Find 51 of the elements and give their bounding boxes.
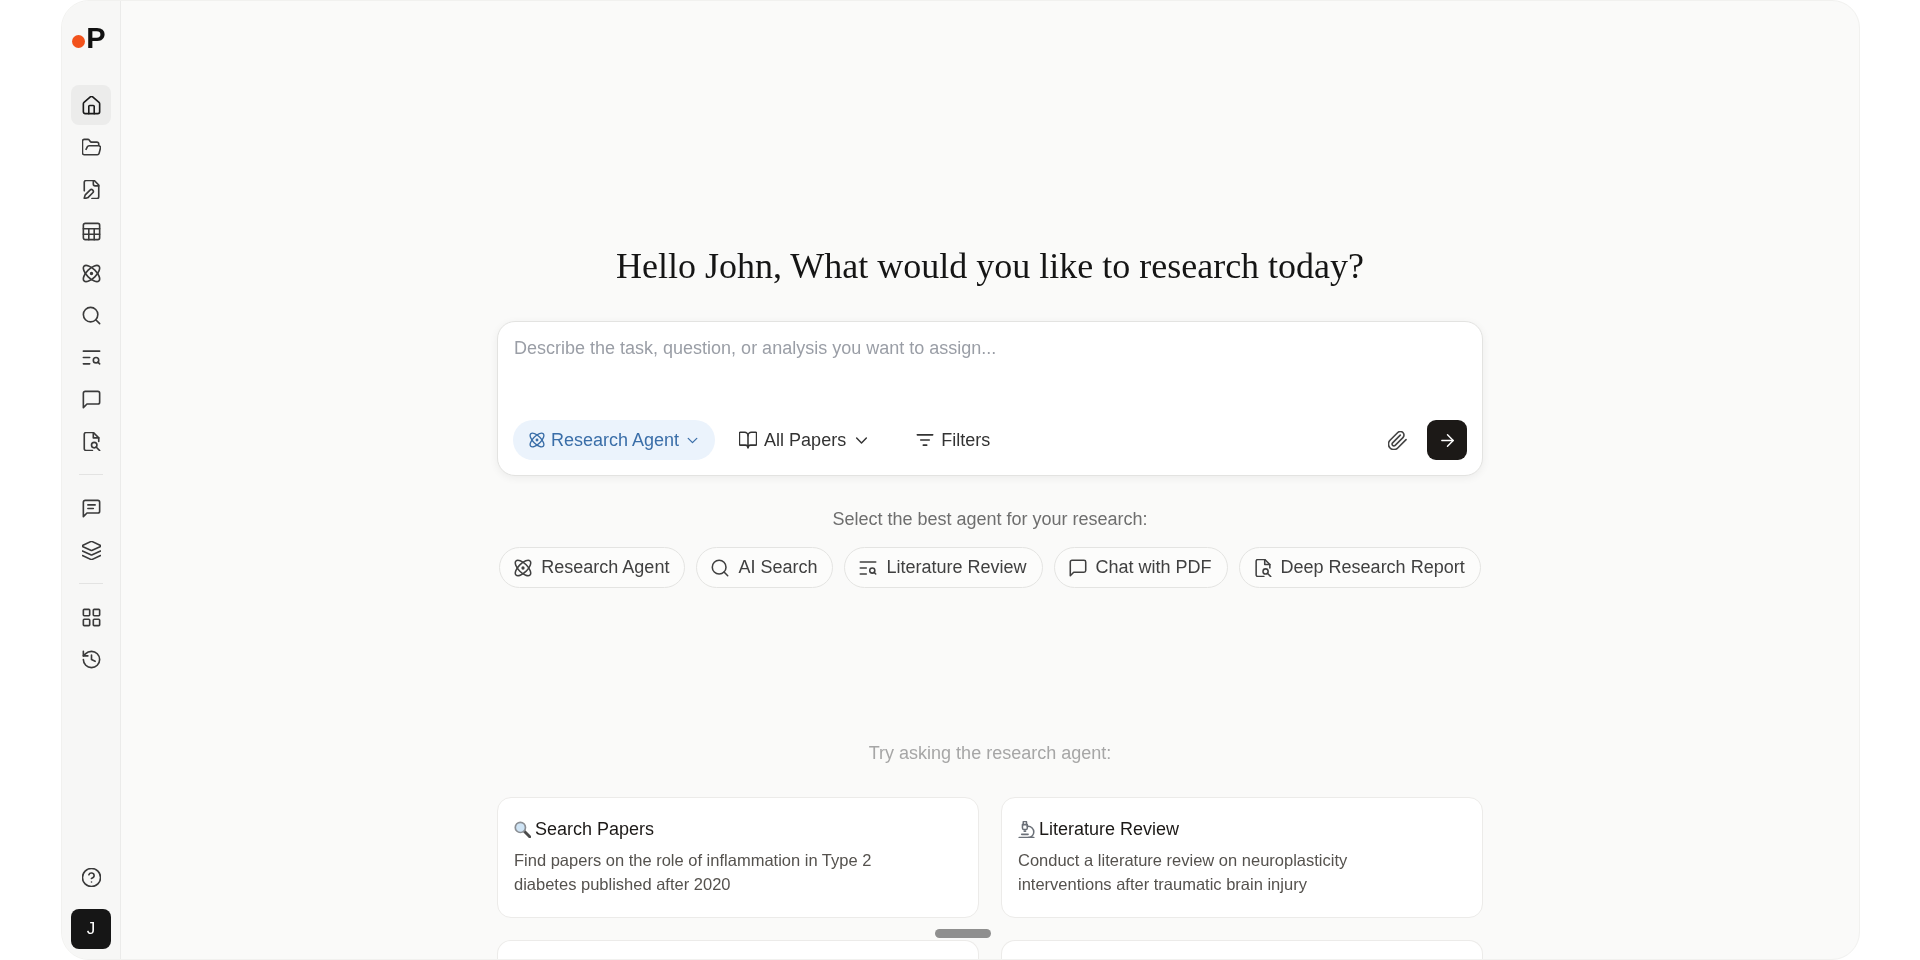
examples-heading: Try asking the research agent: <box>867 742 1113 765</box>
chat-bubble-icon <box>81 389 101 409</box>
search-icon <box>711 558 730 577</box>
table-icon <box>81 221 101 241</box>
file-search-icon <box>81 431 101 451</box>
example-card[interactable]: Literature Review Conduct a literature review on neuroplasticity interventions after traumatic brain injury <box>1001 797 1483 918</box>
agent-dropdown[interactable]: Research Agent <box>513 420 716 460</box>
list-search-icon <box>859 558 878 577</box>
example-card[interactable]: Search Papers Find papers on the role of inflammation in Type 2 diabetes published after 2020 <box>497 797 979 918</box>
grid-icon <box>81 607 101 627</box>
help-icon <box>81 867 101 887</box>
search-icon <box>81 305 101 325</box>
chat-bubble-icon <box>1068 558 1087 577</box>
paperclip-icon <box>1387 430 1407 450</box>
drag-handle[interactable] <box>935 929 991 938</box>
agent-chip[interactable]: AI Search <box>696 547 834 588</box>
logo-text: P <box>86 21 106 55</box>
folder-icon <box>81 137 101 157</box>
greeting-heading: Hello John, What would you like to research today? <box>615 245 1365 288</box>
card-title: Literature Review <box>1039 818 1180 841</box>
agent-prompt-text: Select the best agent for your research: <box>831 508 1149 531</box>
open-book-icon <box>739 431 758 449</box>
card-description: Conduct a literature review on neuroplasticity interventions after traumatic brain injury <box>1018 850 1349 895</box>
atom-icon <box>529 432 545 448</box>
file-search-icon <box>1253 558 1272 577</box>
list-search-icon <box>81 347 101 367</box>
logo-dot-icon <box>72 35 86 48</box>
agent-chip[interactable]: Deep Research Report <box>1238 547 1481 588</box>
prompt-box[interactable]: Describe the task, question, or analysis you want to assign... Research Agent All Papers Filters <box>497 321 1483 476</box>
agent-chip[interactable]: Chat with PDF <box>1053 547 1228 588</box>
source-dropdown[interactable]: All Papers <box>731 420 879 460</box>
agent-chip[interactable]: Research Agent <box>499 547 686 588</box>
sidebar-item[interactable] <box>71 85 111 125</box>
send-button[interactable] <box>1427 420 1467 460</box>
arrow-right-icon <box>1438 431 1456 449</box>
history-icon <box>81 649 101 669</box>
filters-button[interactable]: Filters <box>908 420 999 460</box>
card-description: Find papers on the role of inflammation in Type 2 diabetes published after 2020 <box>514 850 873 895</box>
layers-icon <box>81 540 101 560</box>
microscope-icon <box>1018 820 1035 838</box>
prompt-input[interactable]: Describe the task, question, or analysis you want to assign... <box>513 336 1467 412</box>
filter-icon <box>916 431 935 449</box>
atom-icon <box>81 263 101 283</box>
agent-chip[interactable]: Literature Review <box>844 547 1043 588</box>
message-text-icon <box>81 498 101 518</box>
magnifier-icon <box>514 820 531 838</box>
user-avatar[interactable]: J <box>71 909 111 949</box>
home-icon <box>81 95 101 115</box>
atom-icon <box>514 558 533 577</box>
card-title: Search Papers <box>535 818 655 841</box>
file-pen-icon <box>81 179 101 199</box>
